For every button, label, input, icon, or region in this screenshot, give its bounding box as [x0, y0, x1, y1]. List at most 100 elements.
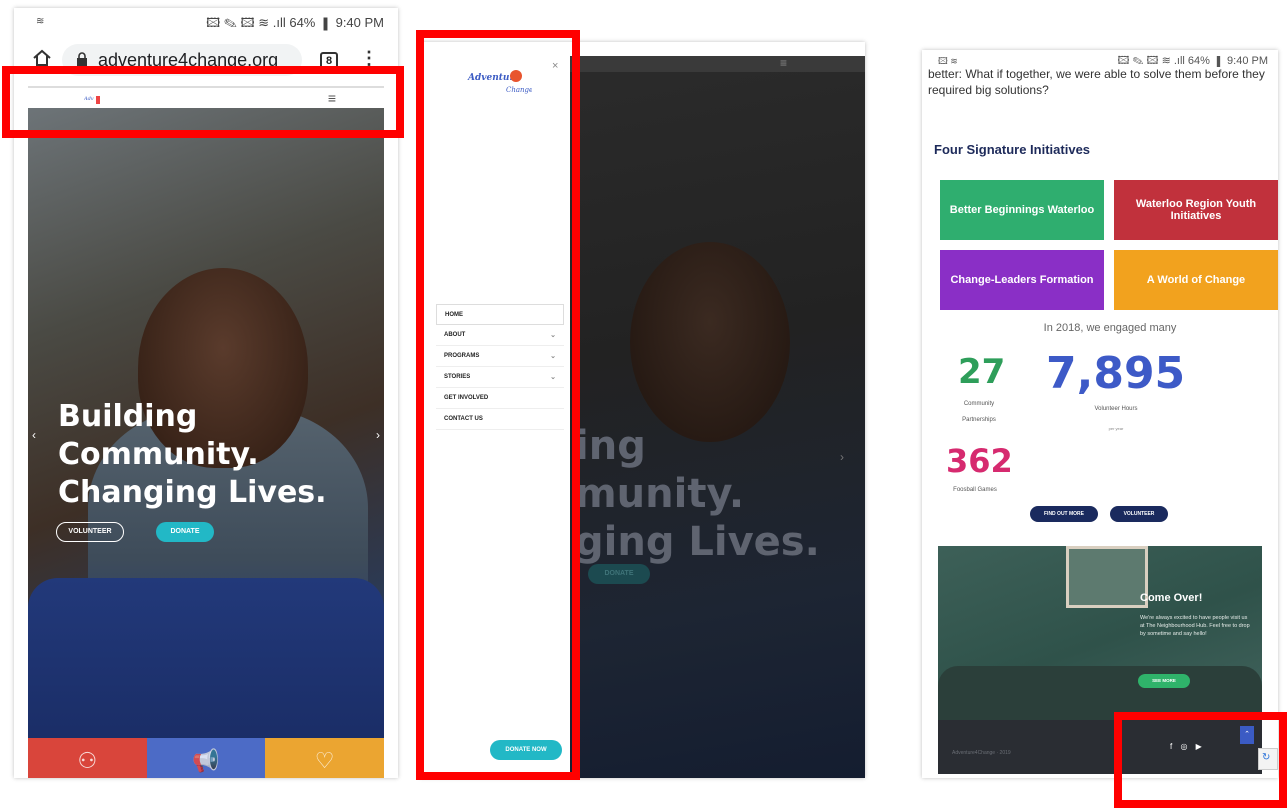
stat-value: 362	[946, 442, 1013, 480]
screenshot-homepage-hero: ≋ 🖾 ✎ 🖾 ≋ .ıll 64% ▮ 9:40 PM adventure4c…	[14, 8, 398, 778]
engaged-text: In 2018, we engaged many	[1043, 322, 1177, 334]
stat-label: Community Partnerships	[944, 396, 1014, 428]
initiative-label: Better Beginnings Waterloo	[949, 204, 1095, 216]
see-more-button[interactable]: SEE MORE	[1138, 674, 1190, 688]
dimmed-header: ≡	[570, 56, 865, 72]
stat-sublabel: per year	[1108, 426, 1124, 431]
program-tiles: ⚇ 📢 ♡	[28, 738, 385, 778]
tile-advocacy[interactable]: 📢	[146, 738, 266, 778]
screenshot-homepage-scrolled: 🖾 ≋ 🖾 ✎ 🖾 ≋ .ıll 64% ▮ 9:40 PM better: W…	[922, 50, 1278, 778]
dimmed-hero-title: ing munity. ging Lives.	[575, 422, 820, 566]
donate-now-button[interactable]: DONATE NOW	[490, 740, 562, 760]
status-left: ≋	[36, 16, 45, 27]
menu-item-home[interactable]: HOME	[436, 304, 564, 325]
stat-label-line: Partnerships	[962, 417, 996, 423]
menu-item-contact-us[interactable]: CONTACT US	[436, 409, 564, 430]
tab-switcher-button[interactable]: 8	[320, 52, 338, 70]
recaptcha-badge[interactable]: ↻	[1258, 748, 1278, 770]
site-logo[interactable]: Adv	[84, 92, 104, 106]
come-over-section: Come Over! We're always excited to have …	[938, 546, 1262, 774]
dimmed-title-line: ing	[575, 423, 646, 469]
intro-text: better: What if together, we were able t…	[928, 66, 1274, 98]
lock-icon	[77, 52, 87, 66]
chevron-down-icon[interactable]: ⌄	[550, 325, 556, 346]
initiatives-heading: Four Signature Initiatives	[934, 142, 1091, 157]
url-field[interactable]: adventure4change.org	[62, 44, 302, 76]
close-icon[interactable]: ×	[552, 60, 558, 72]
site-header: Adv ≡	[28, 86, 384, 110]
hero-title: Building Community. Changing Lives.	[58, 398, 327, 512]
people-icon: ⚇	[77, 748, 98, 773]
initiative-card[interactable]: Better Beginnings Waterloo	[940, 180, 1104, 240]
browser-url-bar: adventure4change.org 8 ⋮	[14, 38, 398, 82]
initiative-card[interactable]: A World of Change	[1114, 250, 1278, 310]
hamburger-menu-icon[interactable]: ≡	[780, 56, 787, 70]
initiative-card[interactable]: Change-Leaders Formation	[940, 250, 1104, 310]
wall-picture	[1066, 546, 1148, 608]
tile-community[interactable]: ⚇	[28, 738, 147, 778]
initiative-label: Change-Leaders Formation	[950, 274, 1094, 286]
svg-text:Change: Change	[506, 86, 532, 94]
social-icons[interactable]: f ◎ ▶	[1170, 742, 1205, 751]
come-over-text: We're always excited to have people visi…	[1140, 615, 1250, 637]
dimmed-hero-photo	[630, 242, 790, 442]
url-text: adventure4change.org	[98, 50, 279, 70]
slider-prev-icon[interactable]: ‹	[32, 428, 36, 442]
slider-next-icon[interactable]: ›	[376, 428, 380, 442]
menu-item-stories[interactable]: STORIES ⌄	[436, 367, 564, 388]
sofa-photo	[938, 666, 1262, 726]
back-to-top-button[interactable]: ⌃	[1240, 726, 1254, 744]
tile-care[interactable]: ♡	[265, 738, 385, 778]
intro-line: required big solutions?	[928, 83, 1049, 97]
nav-drawer: Adventure Change × HOME ABOUT ⌄ PROGRAMS ⌄…	[420, 42, 570, 778]
intro-line: better: What if together, we were able t…	[928, 67, 1265, 81]
footer-copyright: Adventure4Change · 2019	[952, 750, 1011, 756]
dimmed-donate-button: DONATE	[588, 564, 650, 584]
hero-photo-jeans	[28, 578, 384, 748]
initiative-card[interactable]: Waterloo Region Youth Initiatives	[1114, 180, 1278, 240]
menu-item-label: HOME	[445, 312, 463, 318]
donate-button[interactable]: DONATE	[156, 522, 214, 542]
initiative-label: Waterloo Region Youth Initiatives	[1135, 198, 1257, 222]
dimmed-title-line: munity.	[575, 471, 745, 517]
site-footer	[938, 720, 1262, 774]
home-icon[interactable]	[32, 48, 52, 68]
hero-section: Building Community. Changing Lives. VOLU…	[28, 108, 384, 748]
hero-title-line: Community.	[58, 437, 259, 472]
heart-hand-icon: ♡	[314, 748, 335, 773]
chevron-down-icon[interactable]: ⌄	[550, 346, 556, 367]
menu-item-label: ABOUT	[444, 332, 466, 338]
hero-title-line: Changing Lives.	[58, 475, 327, 510]
recaptcha-icon: ↻	[1262, 752, 1271, 763]
slider-next-icon: ›	[840, 450, 844, 464]
volunteer-button[interactable]: VOLUNTEER	[1110, 506, 1168, 522]
stat-label-line: Community	[963, 401, 995, 407]
initiative-label: A World of Change	[1146, 274, 1246, 286]
menu-item-get-involved[interactable]: GET INVOLVED	[436, 388, 564, 409]
volunteer-button[interactable]: VOLUNTEER	[56, 522, 124, 542]
stat-label: Foosball Games	[953, 487, 997, 493]
site-logo[interactable]: Adventure Change	[466, 64, 532, 98]
menu-item-about[interactable]: ABOUT ⌄	[436, 325, 564, 346]
megaphone-icon: 📢	[192, 748, 220, 773]
menu-item-label: GET INVOLVED	[444, 395, 489, 401]
chevron-down-icon[interactable]: ⌄	[550, 367, 556, 388]
stat-value: 27	[958, 352, 1006, 392]
stat-value: 7,895	[1046, 348, 1186, 399]
svg-text:Adv: Adv	[84, 96, 94, 102]
kebab-menu-icon[interactable]: ⋮	[360, 48, 378, 69]
menu-item-label: CONTACT US	[444, 416, 483, 422]
status-right: 🖾 ✎ 🖾 ≋ .ıll 64% ▮ 9:40 PM	[206, 15, 384, 30]
dimmed-title-line: ging Lives.	[575, 519, 820, 565]
screenshot-mobile-menu: ≡ ing munity. ging Lives. DONATE › Adven…	[420, 42, 865, 778]
stat-label: Volunteer Hours	[1094, 406, 1138, 412]
phone-status-bar: ≋ 🖾 ✎ 🖾 ≋ .ıll 64% ▮ 9:40 PM	[14, 8, 398, 36]
menu-item-label: PROGRAMS	[444, 353, 480, 359]
come-over-title: Come Over!	[1140, 592, 1203, 604]
menu-item-label: STORIES	[444, 374, 471, 380]
nav-menu: HOME ABOUT ⌄ PROGRAMS ⌄ STORIES ⌄ GET INVOL…	[436, 304, 564, 430]
find-out-more-button[interactable]: FIND OUT MORE	[1030, 506, 1098, 522]
hero-title-line: Building	[58, 399, 198, 434]
hamburger-menu-icon[interactable]: ≡	[328, 90, 336, 106]
menu-item-programs[interactable]: PROGRAMS ⌄	[436, 346, 564, 367]
